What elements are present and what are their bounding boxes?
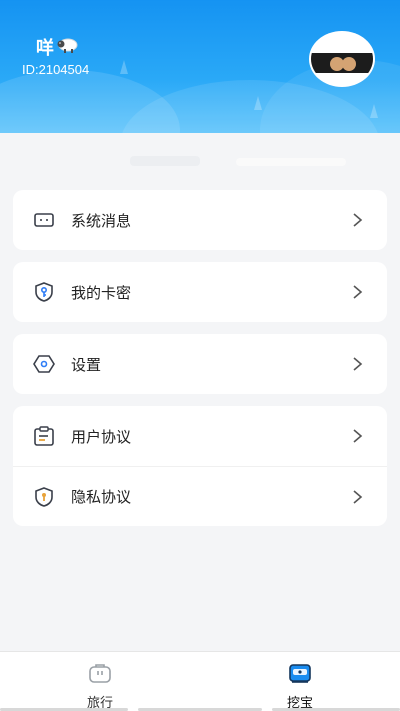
- menu-item-settings[interactable]: 设置: [13, 334, 387, 394]
- menu-item-label: 隐私协议: [71, 488, 132, 506]
- avatar[interactable]: [309, 31, 375, 87]
- tab-treasure[interactable]: 挖宝: [200, 652, 400, 711]
- menu-item-my-cards[interactable]: 我的卡密: [13, 262, 387, 322]
- privacy-shield-icon: [33, 486, 55, 508]
- avatar-face: [342, 57, 356, 71]
- menu-card-agreements: 用户协议 隐私协议: [13, 406, 387, 526]
- treasure-icon: [288, 662, 312, 688]
- menu-item-user-agreement[interactable]: 用户协议: [13, 406, 387, 466]
- message-icon: [33, 209, 55, 231]
- menu-item-system-messages[interactable]: 系统消息: [13, 190, 387, 250]
- faded-caption: [130, 156, 200, 166]
- profile-header: 咩 ID:2104504: [0, 0, 400, 133]
- username: 咩: [36, 34, 78, 60]
- bottom-tab-bar: 旅行 挖宝: [0, 651, 400, 711]
- clipboard-icon: [33, 425, 55, 447]
- menu-card-settings: 设置: [13, 334, 387, 394]
- menu-item-label: 设置: [71, 355, 102, 374]
- settings-icon: [33, 353, 55, 375]
- chevron-right-icon: [351, 487, 365, 507]
- tree-decoration: [254, 96, 262, 110]
- menu-card-messages: 系统消息: [13, 190, 387, 250]
- menu-item-label: 系统消息: [71, 211, 132, 230]
- user-id: ID:2104504: [22, 62, 90, 77]
- chevron-right-icon: [351, 354, 365, 374]
- chevron-right-icon: [351, 210, 365, 230]
- sheep-icon: [56, 37, 78, 57]
- menu-item-label: 用户协议: [71, 427, 132, 446]
- menu-item-label: 我的卡密: [71, 283, 132, 302]
- tree-decoration: [120, 60, 128, 74]
- faded-strip: [236, 158, 346, 166]
- chevron-right-icon: [351, 426, 365, 446]
- shield-key-icon: [33, 281, 55, 303]
- tree-decoration: [370, 104, 378, 118]
- menu-card-cards: 我的卡密: [13, 262, 387, 322]
- username-text: 咩: [36, 38, 54, 59]
- chevron-right-icon: [351, 282, 365, 302]
- bag-icon: [88, 662, 112, 688]
- menu-item-privacy-agreement[interactable]: 隐私协议: [13, 466, 387, 526]
- tab-travel[interactable]: 旅行: [0, 652, 200, 711]
